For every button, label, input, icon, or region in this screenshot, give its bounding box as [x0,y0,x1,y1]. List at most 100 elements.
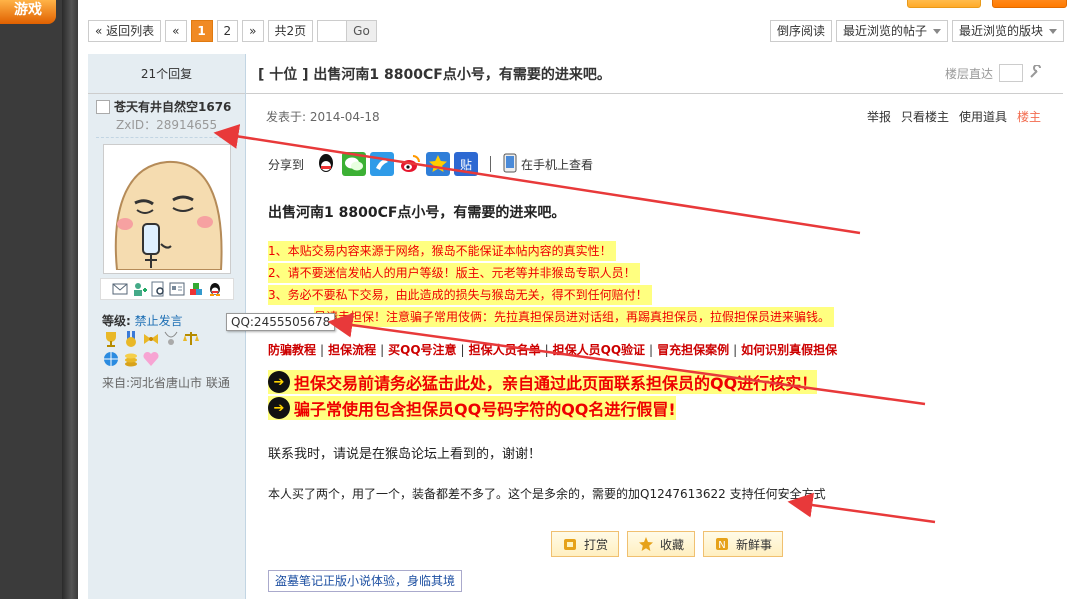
tieba-share-icon[interactable]: 贴 [454,152,479,176]
link-separator: | [649,343,654,357]
qq-tooltip: QQ:2455505678 [226,313,336,331]
reply-count: 21个回复 [88,54,245,94]
verify-guarantor-text: 担保交易前请务必猛击此处，亲自通过此页面联系担保员的QQ进行核实！ [294,374,818,393]
link-guarantee-process[interactable]: 担保流程 [328,343,376,357]
thread-title-bar: [ 十位 ] 出售河南1 8800CF点小号，有需要的进来吧。 楼层直达 [246,54,1063,94]
recent-boards-label: 最近浏览的版块 [958,24,1043,38]
medal-scale-icon[interactable] [182,330,200,348]
qq-icon[interactable] [207,281,223,297]
level-value[interactable]: 禁止发言 [135,314,183,328]
page-2-button[interactable]: 2 [216,20,239,42]
top-button-left[interactable] [907,0,981,8]
user-icon [96,99,110,114]
recent-boards-dropdown[interactable]: 最近浏览的版块 [951,20,1064,42]
link-guarantor-list[interactable]: 担保人员名单 [469,343,541,357]
arrow-right-icon: ➔ [268,397,290,419]
author-location: 来自:河北省唐山市 联通 [102,376,230,390]
post-body: 本人买了两个，用了一个，装备都差不多了。这个是多余的，需要的加Q12476136… [268,487,826,501]
site-logo[interactable]: 游戏 [0,0,56,24]
medal-necklace-icon[interactable] [162,330,180,348]
notice-item: 易请走担保！注意骗子常用伎俩：先拉真担保员进对话组，再踢真担保员，拉假担保员进来… [314,307,835,327]
link-buy-qq-notice[interactable]: 买QQ号注意 [388,343,456,357]
safety-links: 防骗教程 | 担保流程 | 买QQ号注意 | 担保人员名单 | 担保人员QQ验证 | 冒充担保案例 |… [268,341,837,358]
contact-note: 联系我时，请说是在猴岛论坛上看到的，谢谢！ [268,447,542,462]
only-author-link[interactable]: 只看楼主 [901,108,949,125]
mobile-view-link[interactable]: 在手机上查看 [503,153,593,176]
notice-list: 1、本贴交易内容来源于网络，猴岛不能保证本帖内容的真实性！ 2、请不要迷信发帖人… [268,241,835,329]
top-button-right[interactable] [992,0,1067,8]
chevron-down-icon [932,28,941,34]
link-anti-fraud[interactable]: 防骗教程 [268,343,316,357]
level-label: 等级: [102,314,131,328]
medal-globe-icon[interactable] [102,350,120,368]
author-name[interactable]: 苍天有井自然空1676 [114,98,231,115]
ad-link[interactable]: 盗墓笔记正版小说体验，身临其境 [268,570,463,592]
avatar-image [107,148,227,271]
next-page-button[interactable]: » [242,20,264,42]
medal-ribbon-icon[interactable] [122,330,140,348]
blocks-icon[interactable] [188,281,204,297]
chevron-down-icon [1049,28,1057,34]
floor-jump: 楼层直达 [945,63,1043,82]
author-zxid: ZxID：28914655 [116,118,218,132]
favorite-button[interactable]: 收藏 [627,531,696,557]
louzhu-badge: 楼主 [1016,110,1041,124]
strip-shadow [62,0,78,599]
star-share-icon[interactable] [426,152,451,176]
phone-icon [503,153,517,176]
fresh-news-button[interactable]: N 新鲜事 [703,531,784,557]
post-content: [ 十位 ] 出售河南1 8800CF点小号，有需要的进来吧。 楼层直达 发表于… [246,54,1063,599]
wrench-icon[interactable] [1029,63,1043,82]
thread-title: [ 十位 ] 出售河南1 8800CF点小号，有需要的进来吧。 [258,66,611,83]
recent-posts-dropdown[interactable]: 最近浏览的帖子 [835,20,948,42]
profile-icon[interactable] [150,281,166,297]
medal-coins-icon[interactable] [122,350,140,368]
link-identify-guarantor[interactable]: 如何识别真假担保 [741,343,837,357]
floor-jump-input[interactable] [999,64,1023,82]
arrow-right-icon: ➔ [268,371,290,393]
fraud-warning-banner: ➔ 骗子常使用包含担保员QQ号码字符的QQ名进行假冒! [268,396,676,420]
left-dark-strip: 游戏 [0,0,78,599]
medal-trophy-icon[interactable] [102,330,120,348]
share-bar: 分享到 贴 在手机上查看 [268,152,593,176]
link-guarantor-qq-verify[interactable]: 担保人员QQ验证 [553,343,645,357]
wechat-share-icon[interactable] [342,152,367,176]
qzone-share-icon[interactable] [370,152,395,176]
medal-bow-icon[interactable] [142,330,160,348]
link-fake-cases[interactable]: 冒充担保案例 [657,343,729,357]
add-friend-icon[interactable] [131,281,147,297]
fraud-warning-text: 骗子常使用包含担保员QQ号码字符的QQ名进行假冒! [294,400,676,419]
divider [96,137,237,138]
author-info: 苍天有井自然空1676 ZxID：28914655 [88,94,245,133]
use-tool-link[interactable]: 使用道具 [959,108,1007,125]
reverse-read-label: 倒序阅读 [776,24,825,38]
notice-item: 1、本贴交易内容来源于网络，猴岛不能保证本帖内容的真实性！ [268,241,616,261]
medals [102,330,202,368]
page-1-button[interactable]: 1 [190,20,213,42]
verify-guarantor-banner[interactable]: ➔ 担保交易前请务必猛击此处，亲自通过此页面联系担保员的QQ进行核实！ [268,370,818,394]
reward-button[interactable]: 打赏 [551,531,620,557]
message-icon[interactable] [112,281,128,297]
post-date: 发表于: 2014-04-18 [266,110,380,124]
recent-posts-label: 最近浏览的帖子 [842,24,927,38]
favorite-label: 收藏 [660,537,685,552]
back-to-list-button[interactable]: « 返回列表 [88,20,162,42]
report-link[interactable]: 举报 [867,108,891,125]
view-tools: 倒序阅读 最近浏览的帖子 最近浏览的版块 [769,20,1064,42]
reverse-read-button[interactable]: 倒序阅读 [769,20,832,42]
mobile-view-label: 在手机上查看 [521,157,594,172]
avatar[interactable] [103,144,231,274]
medal-heart-icon[interactable] [142,350,160,368]
weibo-share-icon[interactable] [398,152,423,176]
link-separator: | [380,343,385,357]
post-actions: 举报 只看楼主 使用道具 楼主 [867,108,1041,125]
qq-share-icon[interactable] [314,152,339,176]
go-button[interactable]: Go [346,20,377,42]
news-icon: N [714,536,730,552]
fresh-news-label: 新鲜事 [736,537,773,552]
page-number-input[interactable] [317,20,348,42]
prev-page-button[interactable]: « [165,20,187,42]
card-icon[interactable] [169,281,185,297]
star-icon [638,536,654,552]
svg-text:贴: 贴 [460,158,472,172]
